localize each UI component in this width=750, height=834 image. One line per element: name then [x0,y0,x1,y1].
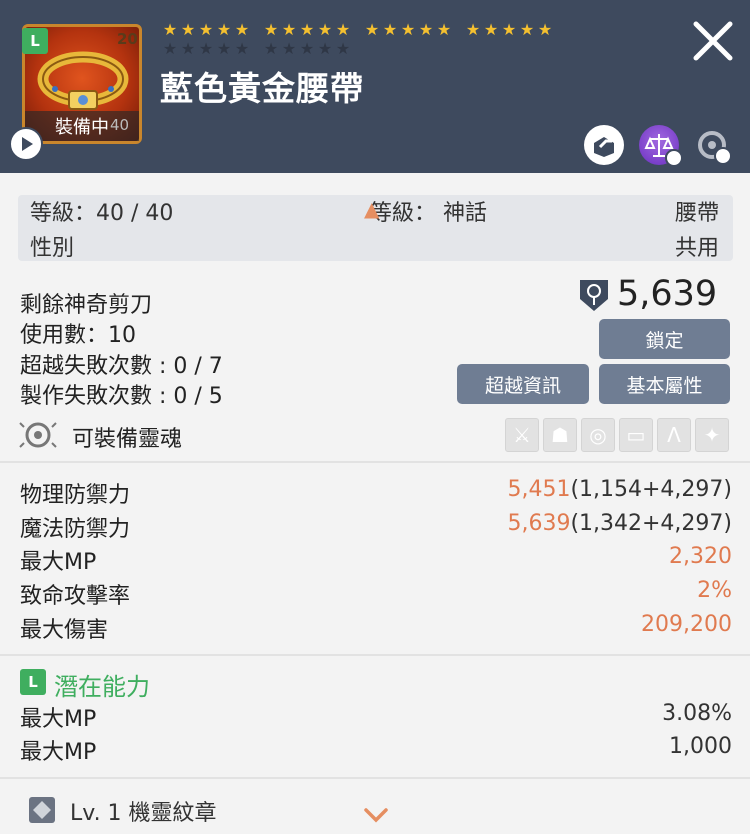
potential-value: 3.08% [662,701,732,726]
legendary-grade-badge: L [22,28,48,54]
divider [0,777,750,779]
divider [0,461,750,463]
grade-text: 等級： 神話 [370,201,487,226]
scale-icon[interactable] [639,125,683,167]
belt-icon [37,51,129,110]
potential-name: 最大MP [20,707,97,732]
uses-label: 使用數：10 [20,323,136,348]
gender-label: 性別 [30,236,75,261]
badge-slot-icon: ✦ [695,418,729,452]
stat-value: 5,639(1,342+4,297) [507,511,732,536]
legendary-grade-badge: L [20,669,46,695]
chevron-down-icon[interactable] [363,806,389,824]
potential-name: 最大MP [20,740,97,765]
soul-icon [18,417,58,453]
collapse-arrow-icon[interactable]: ▲ [364,197,379,221]
cycle-icon[interactable] [694,125,734,165]
sword-slot-icon: ⚔ [505,418,539,452]
stat-value: 5,451(1,154+4,297) [507,477,732,502]
star-count: 20 [117,30,138,48]
combat-power-icon [577,277,611,313]
bracer-slot-icon: ▭ [619,418,653,452]
transcend-fail-label: 超越失敗次數 : 0 / 7 [20,354,223,379]
combat-power-value: 5,639 [617,274,718,314]
stat-name: 最大MP [20,550,97,575]
divider [0,654,750,656]
craft-fail-label: 製作失敗次數 : 0 / 5 [20,384,223,409]
transcend-info-button[interactable]: 超越資訊 [457,364,589,404]
disabled-badge-icon [665,149,683,167]
level-text: 等級：40 / 40 [30,201,174,226]
stat-value: 2,320 [669,544,732,569]
stat-value: 2% [697,578,732,603]
disabled-badge-icon [714,147,732,165]
stat-name: 最大傷害 [20,618,109,643]
potential-title: 潛在能力 [54,673,150,701]
scissors-label: 剩餘神奇剪刀 [20,293,153,318]
emblem-label: Lv. 1 機靈紋章 [70,801,217,826]
equipped-level: 40 [110,116,130,134]
stat-value: 209,200 [641,612,732,637]
stat-name: 物理防禦力 [20,483,131,508]
type-text: 腰帶 [674,201,719,226]
emblem-icon [27,795,57,825]
soul-slots: ⚔ ☗ ◎ ▭ Λ ✦ [505,418,729,452]
close-icon[interactable] [690,18,736,64]
share-icon[interactable] [584,125,624,165]
belt-slot-icon: ◎ [581,418,615,452]
star-force-empty: ★ ★ ★ ★ ★ ★ ★ ★ ★ ★ [162,39,351,58]
star-force-filled: ★ ★ ★ ★ ★ ★ ★ ★ ★ ★ ★ ★ ★ ★ ★ ★ ★ ★ ★ ★ [162,20,553,39]
lock-button[interactable]: 鎖定 [599,319,730,359]
stat-name: 魔法防禦力 [20,517,131,542]
item-name: 藍色黃金腰帶 [160,69,364,108]
pants-slot-icon: Λ [657,418,691,452]
potential-value: 1,000 [669,734,732,759]
stat-name: 致命攻擊率 [20,584,131,609]
soul-label: 可裝備靈魂 [72,427,183,452]
helmet-slot-icon: ☗ [543,418,577,452]
play-icon[interactable] [9,127,43,161]
base-attribute-button[interactable]: 基本屬性 [599,364,730,404]
gender-value: 共用 [674,236,719,261]
